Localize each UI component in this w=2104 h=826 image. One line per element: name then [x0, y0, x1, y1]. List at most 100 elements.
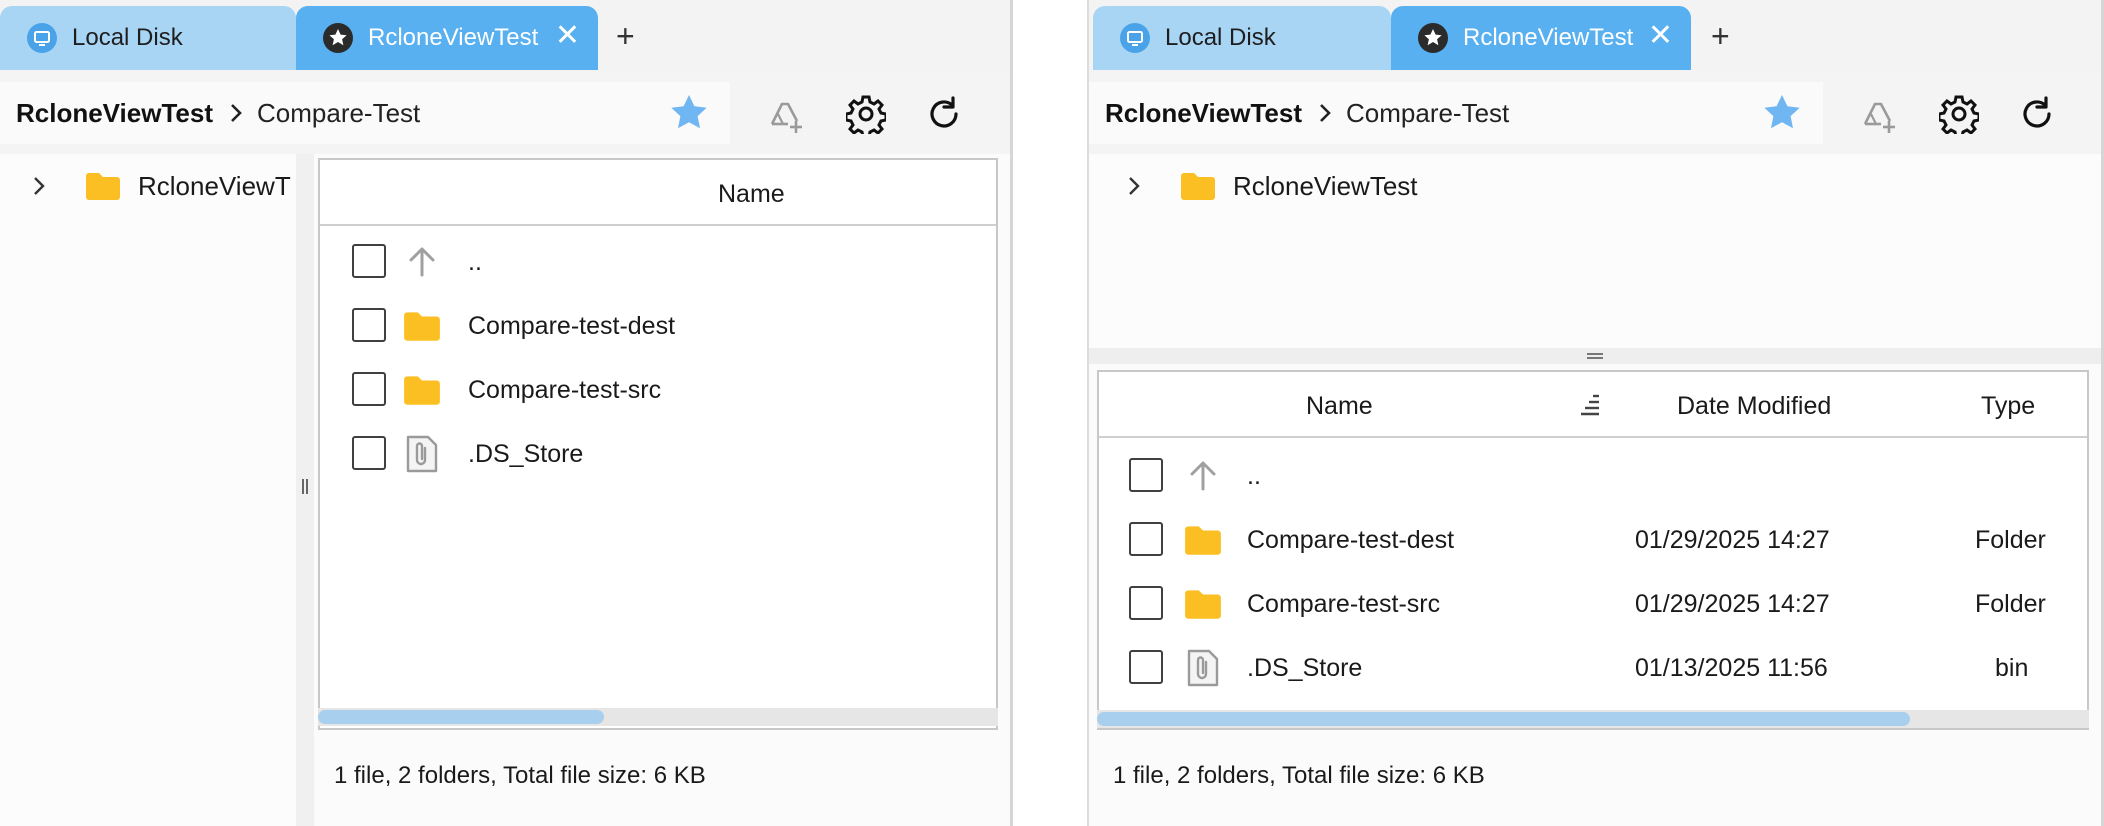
tab-label: Local Disk	[72, 24, 183, 51]
row-checkbox[interactable]	[352, 436, 386, 470]
file-name: Compare-test-src	[1247, 590, 1441, 618]
sort-indicator-icon[interactable]	[1577, 392, 1605, 425]
folder-icon	[84, 170, 122, 202]
file-row[interactable]: .DS_Store	[320, 422, 996, 486]
breadcrumb-root[interactable]: RcloneViewTest	[1105, 98, 1302, 129]
file-row[interactable]: .DS_Store 01/13/2025 11:56 bin	[1099, 636, 2087, 700]
gear-icon[interactable]	[844, 92, 888, 136]
monitor-icon	[26, 22, 58, 54]
column-header: Name Date Modified Type	[1099, 372, 2087, 438]
tree-item-label: RcloneViewTest	[1233, 170, 1418, 201]
status-text: 1 file, 2 folders, Total file size: 6 KB	[1113, 762, 1485, 789]
folder-icon	[1183, 520, 1223, 560]
row-checkbox[interactable]	[1129, 586, 1163, 620]
breadcrumb-root[interactable]: RcloneViewTest	[16, 98, 213, 129]
chevron-right-icon	[229, 102, 243, 124]
tree-item-rcloneviewtest[interactable]: RcloneViewTest	[1127, 164, 1418, 208]
folder-icon	[402, 370, 442, 410]
refresh-icon[interactable]	[2015, 92, 2059, 136]
file-row-parent[interactable]: ..	[320, 230, 996, 294]
tab-label: RcloneViewTest	[368, 24, 539, 51]
file-date: 01/13/2025 11:56	[1635, 654, 1828, 682]
refresh-icon[interactable]	[922, 92, 966, 136]
chevron-right-icon[interactable]	[32, 175, 46, 197]
file-row[interactable]: Compare-test-src 01/29/2025 14:27 Folder	[1099, 572, 2087, 636]
arrow-up-icon	[402, 242, 442, 282]
toolbar: RcloneViewTest Compare-Test	[0, 72, 1010, 154]
tab-label: RcloneViewTest	[1463, 24, 1634, 51]
right-file-panel: Local Disk RcloneViewTest ✕ + RcloneView…	[1087, 0, 2104, 826]
horizontal-splitter[interactable]	[1089, 348, 2101, 364]
tab-rcloneviewtest[interactable]: RcloneViewTest ✕	[296, 6, 598, 70]
file-name: Compare-test-src	[468, 376, 662, 404]
arrow-up-icon	[1183, 456, 1223, 496]
column-name-header[interactable]: Name	[1306, 392, 1373, 421]
add-tab-button[interactable]: +	[616, 20, 635, 52]
file-name: Compare-test-dest	[468, 312, 676, 340]
tab-rcloneviewtest[interactable]: RcloneViewTest ✕	[1391, 6, 1691, 70]
horizontal-scrollbar[interactable]	[318, 708, 998, 726]
folder-tree: RcloneViewT	[0, 154, 296, 826]
file-name: .DS_Store	[1247, 654, 1363, 682]
monitor-icon	[1119, 22, 1151, 54]
favorite-star-icon[interactable]	[1761, 92, 1805, 136]
tab-local-disk[interactable]: Local Disk	[1093, 6, 1391, 70]
column-name-header[interactable]: Name	[718, 180, 785, 209]
file-name: ..	[468, 248, 482, 276]
file-row[interactable]: Compare-test-dest 01/29/2025 14:27 Folde…	[1099, 508, 2087, 572]
scrollbar-thumb[interactable]	[1097, 712, 1911, 726]
file-name: Compare-test-dest	[1247, 526, 1455, 554]
add-tab-button[interactable]: +	[1711, 20, 1730, 52]
close-icon[interactable]: ✕	[555, 20, 580, 52]
close-icon[interactable]: ✕	[1648, 20, 1673, 52]
toolbar: RcloneViewTest Compare-Test	[1089, 72, 2101, 154]
row-checkbox[interactable]	[1129, 522, 1163, 556]
gear-icon[interactable]	[1937, 92, 1981, 136]
file-date: 01/29/2025 14:27	[1635, 590, 1830, 618]
file-type: bin	[1995, 654, 2029, 682]
add-remote-icon[interactable]	[762, 92, 806, 136]
file-attachment-icon	[1183, 648, 1223, 688]
row-checkbox[interactable]	[352, 244, 386, 278]
file-name: ..	[1247, 462, 1261, 490]
vertical-splitter[interactable]	[296, 154, 314, 826]
tree-item-rcloneviewtest[interactable]: RcloneViewT	[32, 164, 291, 208]
file-row-parent[interactable]: ..	[1099, 444, 2087, 508]
tab-bar: Local Disk RcloneViewTest ✕ +	[0, 0, 1010, 72]
breadcrumb: RcloneViewTest Compare-Test	[1089, 82, 1823, 144]
folder-icon	[1179, 170, 1217, 202]
file-type: Folder	[1975, 590, 2046, 618]
column-type-header[interactable]: Type	[1981, 392, 2035, 421]
status-text: 1 file, 2 folders, Total file size: 6 KB	[334, 762, 706, 789]
horizontal-scrollbar[interactable]	[1097, 710, 2089, 728]
column-date-header[interactable]: Date Modified	[1677, 392, 1831, 421]
file-attachment-icon	[402, 434, 442, 474]
row-checkbox[interactable]	[1129, 458, 1163, 492]
row-checkbox[interactable]	[352, 372, 386, 406]
breadcrumb-current[interactable]: Compare-Test	[1346, 98, 1509, 129]
file-type: Folder	[1975, 526, 2046, 554]
breadcrumb-current[interactable]: Compare-Test	[257, 98, 420, 129]
left-file-panel: Local Disk RcloneViewTest ✕ + RcloneView…	[0, 0, 1013, 826]
add-remote-icon[interactable]	[1855, 92, 1899, 136]
tab-bar: Local Disk RcloneViewTest ✕ +	[1089, 0, 2101, 72]
star-badge-icon	[322, 22, 354, 54]
tab-local-disk[interactable]: Local Disk	[0, 6, 296, 70]
folder-icon	[1183, 584, 1223, 624]
file-name: .DS_Store	[468, 440, 584, 468]
favorite-star-icon[interactable]	[668, 92, 712, 136]
folder-icon	[402, 306, 442, 346]
file-row[interactable]: Compare-test-dest	[320, 294, 996, 358]
file-row[interactable]: Compare-test-src	[320, 358, 996, 422]
row-checkbox[interactable]	[1129, 650, 1163, 684]
chevron-right-icon	[1318, 102, 1332, 124]
file-list: Name Date Modified Type .. Compare-test-…	[1097, 370, 2089, 730]
file-date: 01/29/2025 14:27	[1635, 526, 1830, 554]
file-list: Name .. Compare-test-dest Compare-test-s…	[318, 158, 998, 730]
folder-tree: RcloneViewTest	[1089, 154, 2101, 348]
tab-label: Local Disk	[1165, 24, 1276, 51]
scrollbar-thumb[interactable]	[318, 710, 604, 724]
row-checkbox[interactable]	[352, 308, 386, 342]
chevron-right-icon[interactable]	[1127, 175, 1141, 197]
star-badge-icon	[1417, 22, 1449, 54]
